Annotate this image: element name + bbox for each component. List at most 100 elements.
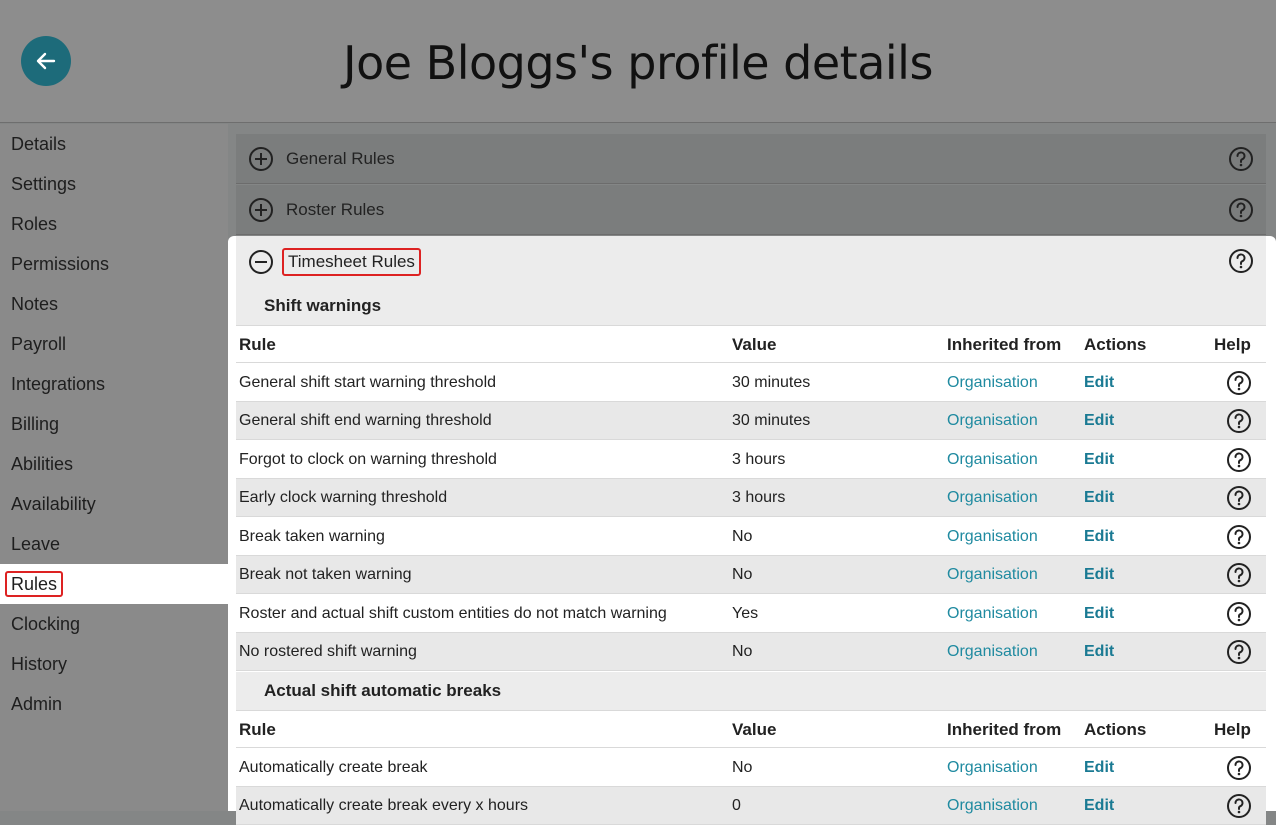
rule-name: Early clock warning threshold [239,489,448,506]
help-icon[interactable] [1226,755,1252,781]
column-header-help: Help [1214,720,1251,739]
sidebar-item-permissions[interactable]: Permissions [0,244,228,284]
sidebar-item-clocking[interactable]: Clocking [0,604,228,644]
column-header-inherited: Inherited from [947,335,1062,354]
sidebar-item-history[interactable]: History [0,644,228,684]
inherited-link[interactable]: Organisation [947,441,1038,479]
section-title: Shift warnings [236,287,1266,325]
table-header-row: Rule Value Inherited from Actions Help [236,325,1266,363]
inherited-link[interactable]: Organisation [947,749,1038,787]
sidebar-item-availability[interactable]: Availability [0,484,228,524]
column-header-inherited: Inherited from [947,720,1062,739]
sidebar-item-roles[interactable]: Roles [0,204,228,244]
rule-value: 3 hours [732,489,786,506]
edit-button[interactable]: Edit [1084,595,1114,633]
rule-name: Automatically create break every x hours [239,797,529,814]
help-icon[interactable] [1226,562,1252,588]
sidebar-item-admin[interactable]: Admin [0,684,228,724]
sidebar-item-abilities[interactable]: Abilities [0,444,228,484]
rule-value: 3 hours [732,451,786,468]
sidebar-item-payroll[interactable]: Payroll [0,324,228,364]
help-icon[interactable] [1228,197,1254,223]
sidebar-item-label: Clocking [11,614,81,634]
edit-button[interactable]: Edit [1084,441,1114,479]
column-header-rule: Rule [239,720,276,739]
help-icon[interactable] [1226,639,1252,665]
sidebar-item-settings[interactable]: Settings [0,164,228,204]
rule-name: General shift end warning threshold [239,412,492,429]
help-icon[interactable] [1226,524,1252,550]
help-icon[interactable] [1226,793,1252,819]
inherited-link[interactable]: Organisation [947,633,1038,671]
sidebar-item-details[interactable]: Details [0,124,228,164]
inherited-link[interactable]: Organisation [947,479,1038,517]
column-header-help: Help [1214,335,1251,354]
rule-value: No [732,566,753,583]
sidebar-item-label: Payroll [11,334,67,354]
rule-value: Yes [732,605,759,622]
inherited-link[interactable]: Organisation [947,595,1038,633]
sidebar-item-rules[interactable]: Rules [0,564,228,604]
table-row: Automatically create break every x hours… [236,787,1266,825]
sidebar-item-leave[interactable]: Leave [0,524,228,564]
table-header-row: Rule Value Inherited from Actions Help [236,710,1266,748]
edit-button[interactable]: Edit [1084,633,1114,671]
edit-button[interactable]: Edit [1084,556,1114,594]
edit-button[interactable]: Edit [1084,364,1114,402]
rule-name: No rostered shift warning [239,643,417,660]
rule-value: No [732,759,753,776]
rule-value: 30 minutes [732,412,811,429]
sidebar-item-notes[interactable]: Notes [0,284,228,324]
rule-name: Break taken warning [239,528,385,545]
help-icon[interactable] [1226,601,1252,627]
table-row: Automatically create break No Organisati… [236,749,1266,787]
rule-name: General shift start warning threshold [239,374,497,391]
edit-button[interactable]: Edit [1084,402,1114,440]
inherited-link[interactable]: Organisation [947,556,1038,594]
accordion-title: Roster Rules [286,199,385,219]
inherited-link[interactable]: Organisation [947,787,1038,825]
accordion-roster-rules[interactable]: Roster Rules [236,185,1266,235]
help-icon[interactable] [1226,447,1252,473]
inherited-link[interactable]: Organisation [947,364,1038,402]
rule-value: No [732,528,753,545]
edit-button[interactable]: Edit [1084,518,1114,556]
table-row: Roster and actual shift custom entities … [236,595,1266,633]
inherited-link[interactable]: Organisation [947,518,1038,556]
column-header-actions: Actions [1084,720,1147,739]
table-row: General shift end warning threshold 30 m… [236,402,1266,440]
column-header-rule: Rule [239,335,276,354]
inherited-link[interactable]: Organisation [947,402,1038,440]
sidebar-item-label: Availability [11,494,96,514]
help-icon[interactable] [1228,146,1254,172]
section-title: Actual shift automatic breaks [236,672,1266,710]
edit-button[interactable]: Edit [1084,749,1114,787]
help-icon[interactable] [1226,485,1252,511]
sidebar-item-billing[interactable]: Billing [0,404,228,444]
accordion-title: Timesheet Rules [282,247,421,276]
sidebar-item-label: History [11,654,68,674]
sidebar-item-integrations[interactable]: Integrations [0,364,228,404]
sidebar-item-label: Roles [11,214,58,234]
accordion-timesheet-rules[interactable]: Timesheet Rules [236,236,1266,288]
page-title: Joe Bloggs's profile details [343,36,933,90]
accordion-general-rules[interactable]: General Rules [236,134,1266,184]
rule-value: 30 minutes [732,374,811,391]
table-row: Break taken warning No Organisation Edit [236,518,1266,556]
rule-name: Forgot to clock on warning threshold [239,451,497,468]
sidebar-item-label: Details [11,134,67,154]
help-icon[interactable] [1228,248,1254,274]
rule-value: No [732,643,753,660]
sidebar-item-label: Permissions [11,254,110,274]
edit-button[interactable]: Edit [1084,787,1114,825]
rule-name: Automatically create break [239,759,428,776]
sidebar: Details Settings Roles Permissions Notes… [0,124,228,811]
help-icon[interactable] [1226,408,1252,434]
rule-value: 0 [732,797,741,814]
sidebar-item-label: Abilities [11,454,74,474]
plus-circle-icon [248,146,274,172]
table-row: Forgot to clock on warning threshold 3 h… [236,441,1266,479]
timesheet-rules-panel: Timesheet Rules Shift warnings Rule Valu… [228,236,1276,825]
edit-button[interactable]: Edit [1084,479,1114,517]
help-icon[interactable] [1226,370,1252,396]
